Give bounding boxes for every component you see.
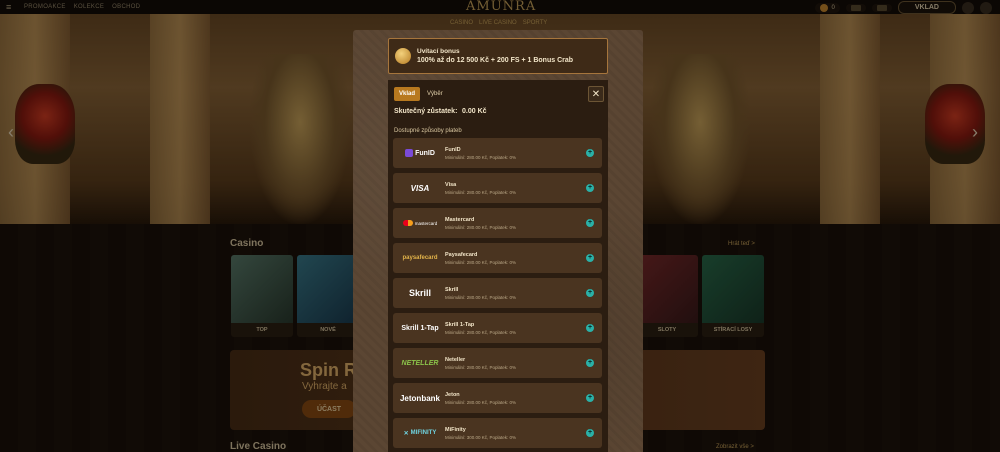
payment-methods-list: FunID FunID Minimální: 280.00 Kč, Poplat…	[393, 138, 602, 452]
add-plus-icon[interactable]: +	[586, 149, 594, 157]
mifinity-mark: ✕	[403, 430, 409, 437]
method-name: MiFinity	[445, 427, 466, 433]
method-details: Minimální: 280.00 Kč, Poplatek: 0%	[445, 225, 517, 230]
payment-method-mifinity[interactable]: ✕ MIFINITY MiFinity Minimální: 300.00 Kč,…	[393, 418, 602, 448]
payment-methods-heading: Dostupné způsoby plateb	[394, 128, 462, 134]
add-plus-icon[interactable]: +	[586, 359, 594, 367]
cashier-modal: Uvítací bonus 100% až do 12 500 Kč + 200…	[353, 30, 643, 452]
add-plus-icon[interactable]: +	[586, 289, 594, 297]
payment-method-funid[interactable]: FunID FunID Minimální: 280.00 Kč, Poplat…	[393, 138, 602, 168]
bonus-coin-icon	[395, 48, 411, 64]
balance-value: 0.00 Kč	[462, 108, 487, 115]
method-details: Minimální: 280.00 Kč, Poplatek: 0%	[445, 365, 517, 370]
funid-logo-mark	[405, 149, 414, 157]
method-name: FunID	[445, 147, 461, 153]
skrill-1tap-logo: Skrill 1-Tap	[401, 324, 439, 332]
funid-logo: FunID	[399, 145, 441, 161]
mastercard-circles	[402, 220, 413, 226]
add-plus-icon[interactable]: +	[586, 324, 594, 332]
funid-logo-text: FunID	[415, 149, 435, 157]
cashier-panel: Vklad Výběr ✕ Skutečný zůstatek: 0.00 Kč…	[388, 80, 608, 452]
payment-method-paysafecard[interactable]: paysafecard Paysafecard Minimální: 280.0…	[393, 243, 602, 273]
method-details: Minimální: 280.00 Kč, Poplatek: 0%	[445, 400, 517, 405]
jetonbank-logo: Jetonbank	[399, 393, 440, 403]
mifinity-logo-text: MIFINITY	[410, 430, 437, 436]
visa-logo: VISA	[410, 183, 430, 193]
mastercard-logo-text: mastercard	[414, 220, 438, 226]
close-button[interactable]: ✕	[588, 86, 604, 102]
method-details: Minimální: 280.00 Kč, Poplatek: 0%	[445, 330, 517, 335]
add-plus-icon[interactable]: +	[586, 429, 594, 437]
neteller-logo: NETELLER	[401, 359, 439, 367]
method-name: Jeton	[445, 392, 460, 398]
method-details: Minimální: 280.00 Kč, Poplatek: 0%	[445, 260, 517, 265]
method-details: Minimální: 300.00 Kč, Poplatek: 0%	[445, 435, 517, 440]
tab-withdraw[interactable]: Výběr	[422, 87, 448, 101]
skrill-logo: Skrill	[408, 288, 431, 298]
mifinity-logo: ✕ MIFINITY	[399, 425, 441, 441]
balance-label: Skutečný zůstatek:	[394, 108, 458, 115]
add-plus-icon[interactable]: +	[586, 184, 594, 192]
add-plus-icon[interactable]: +	[586, 394, 594, 402]
mastercard-logo: mastercard	[399, 215, 441, 231]
bonus-title: Uvítací bonus	[417, 48, 460, 55]
method-details: Minimální: 280.00 Kč, Poplatek: 0%	[445, 295, 517, 300]
method-name: Mastercard	[445, 217, 475, 223]
method-details: Minimální: 280.00 Kč, Poplatek: 0%	[445, 190, 517, 195]
payment-method-jeton[interactable]: Jetonbank Jeton Minimální: 280.00 Kč, Po…	[393, 383, 602, 413]
cashier-tabs: Vklad Výběr	[394, 87, 448, 101]
payment-method-skrill-1tap[interactable]: Skrill 1-Tap Skrill 1-Tap Minimální: 280…	[393, 313, 602, 343]
payment-method-skrill[interactable]: Skrill Skrill Minimální: 280.00 Kč, Popl…	[393, 278, 602, 308]
payment-method-neteller[interactable]: NETELLER Neteller Minimální: 280.00 Kč, …	[393, 348, 602, 378]
method-name: Neteller	[445, 357, 466, 363]
method-name: Skrill	[445, 287, 459, 293]
method-details: Minimální: 280.00 Kč, Poplatek: 0%	[445, 155, 517, 160]
bonus-description: 100% až do 12 500 Kč + 200 FS + 1 Bonus …	[417, 57, 574, 64]
add-plus-icon[interactable]: +	[586, 254, 594, 262]
payment-method-mastercard[interactable]: mastercard Mastercard Minimální: 280.00 …	[393, 208, 602, 238]
method-name: Paysafecard	[445, 252, 478, 258]
method-name: Visa	[445, 182, 457, 188]
paysafecard-logo: paysafecard	[402, 255, 438, 261]
add-plus-icon[interactable]: +	[586, 219, 594, 227]
payment-method-visa[interactable]: VISA Visa Minimální: 280.00 Kč, Poplatek…	[393, 173, 602, 203]
welcome-bonus-banner: Uvítací bonus 100% až do 12 500 Kč + 200…	[388, 38, 608, 74]
tab-deposit[interactable]: Vklad	[394, 87, 421, 101]
method-name: Skrill 1-Tap	[445, 322, 475, 328]
bonus-text-block: Uvítací bonus 100% až do 12 500 Kč + 200…	[417, 48, 573, 64]
